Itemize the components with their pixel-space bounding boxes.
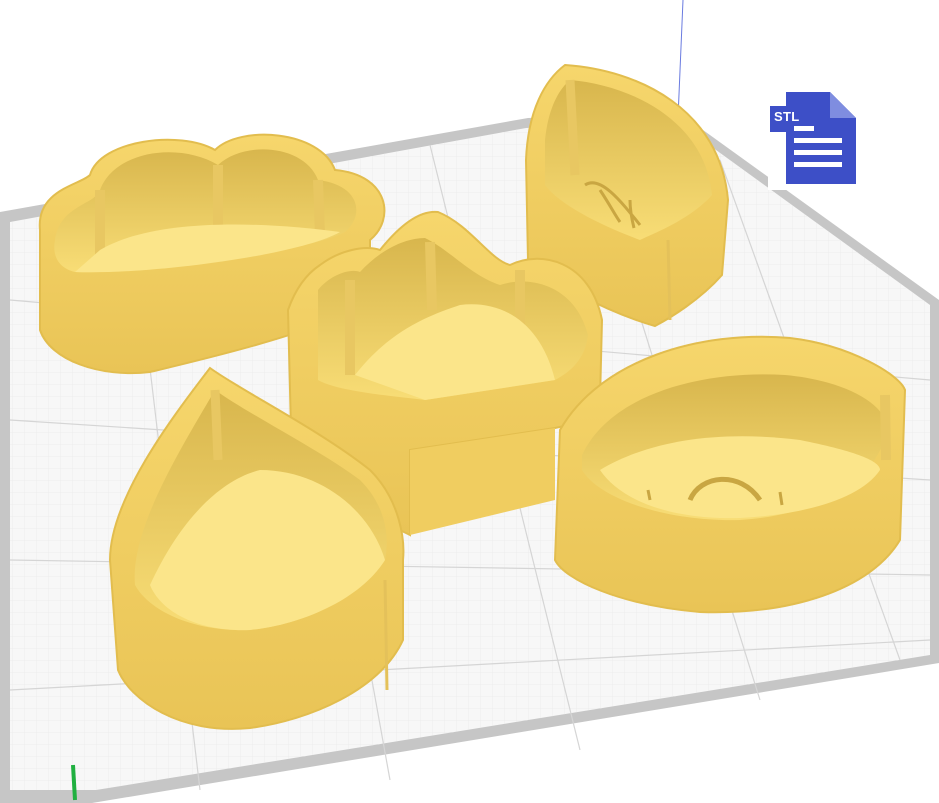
axis-gizmo [71, 764, 77, 801]
build-volume-edge [677, 0, 684, 119]
3d-viewport[interactable]: STL [0, 0, 939, 803]
document-icon [770, 92, 856, 184]
stl-label: STL [774, 109, 800, 124]
stl-file-badge: STL [768, 88, 864, 190]
